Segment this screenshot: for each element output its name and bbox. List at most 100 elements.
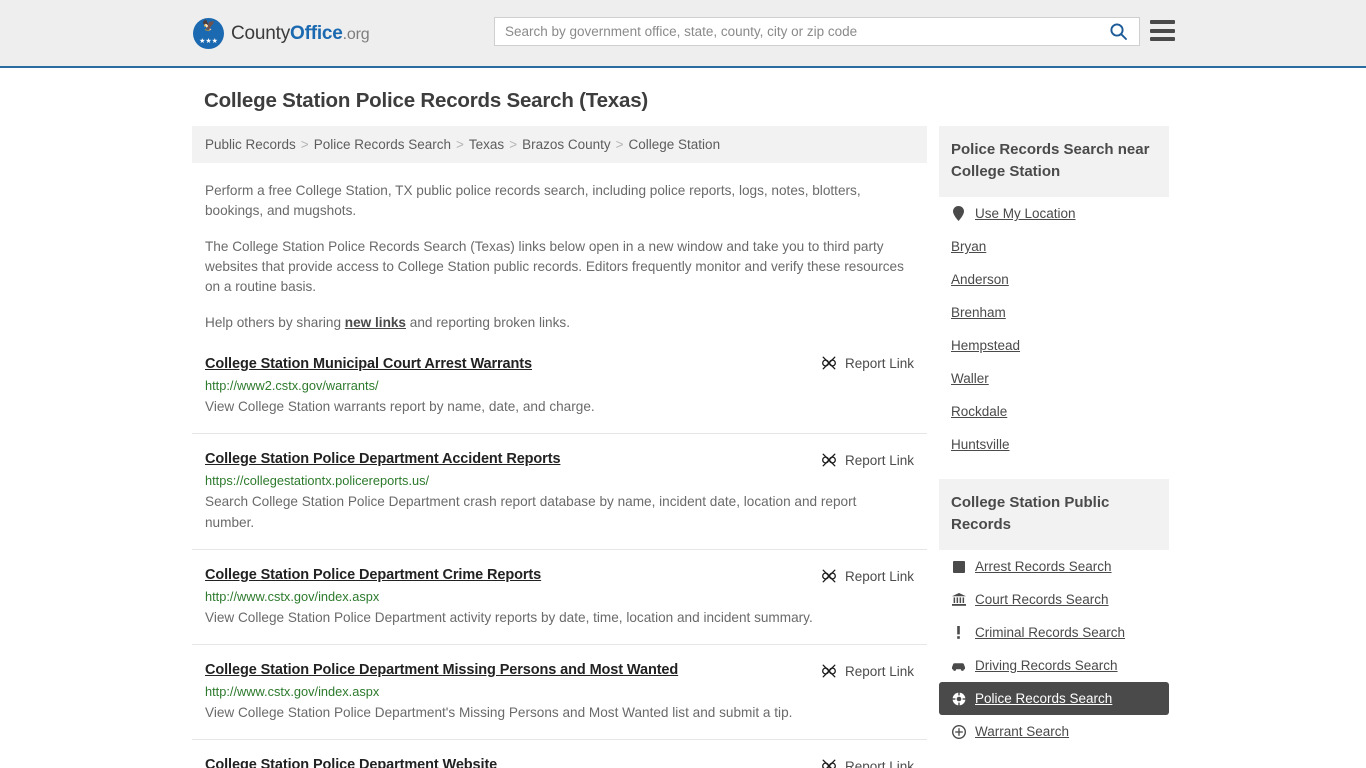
- nearby-city-brenham[interactable]: Brenham: [939, 296, 1169, 329]
- broken-link-icon: [822, 664, 836, 678]
- breadcrumb-item-brazos-county[interactable]: Brazos County: [522, 137, 611, 152]
- broken-link-icon: [822, 356, 836, 370]
- sidebar-link-label: Police Records Search: [975, 691, 1113, 706]
- share-text-before: Help others by sharing: [205, 315, 345, 330]
- nearby-city-waller[interactable]: Waller: [939, 362, 1169, 395]
- sidebar-item-arrest-records[interactable]: Arrest Records Search: [939, 550, 1169, 583]
- breadcrumb-item-police-records-search[interactable]: Police Records Search: [314, 137, 451, 152]
- search-input[interactable]: [495, 18, 1097, 45]
- listing-title-link[interactable]: College Station Police Department Crime …: [205, 567, 541, 583]
- sidebar-item-criminal-records[interactable]: Criminal Records Search: [939, 616, 1169, 649]
- report-link-button[interactable]: Report Link: [821, 758, 914, 768]
- sidebar-item-court-records[interactable]: Court Records Search: [939, 583, 1169, 616]
- listing-title-link[interactable]: College Station Police Department Missin…: [205, 662, 678, 678]
- breadcrumb: Public Records > Police Records Search > Tex…: [192, 126, 927, 163]
- listing-description: View College Station warrants report by …: [205, 399, 595, 414]
- breadcrumb-item-public-records[interactable]: Public Records: [205, 137, 296, 152]
- public-records-heading: College Station Public Records: [939, 479, 1169, 550]
- listing-url: http://www.cstx.gov/index.aspx: [205, 684, 380, 699]
- report-link-button[interactable]: Report Link: [821, 452, 914, 468]
- list-item: Police Records Search: [939, 682, 1169, 715]
- sidebar-link-label: Use My Location: [975, 206, 1076, 221]
- report-link-label: Report Link: [844, 452, 914, 468]
- eagle-shield-icon: 🦅 ★★★: [193, 18, 224, 49]
- car-icon: [951, 661, 966, 671]
- list-item: Bryan: [939, 230, 1169, 263]
- sidebar-item-police-records[interactable]: Police Records Search: [939, 682, 1169, 715]
- main-content: Public Records > Police Records Search > Tex…: [192, 126, 927, 768]
- intro-section: Perform a free College Station, TX publi…: [192, 181, 927, 333]
- logo-text-office: Office: [290, 22, 343, 44]
- nearby-city-anderson[interactable]: Anderson: [939, 263, 1169, 296]
- listing-item: College Station Municipal Court Arrest W…: [192, 355, 927, 434]
- list-item: Court Records Search: [939, 583, 1169, 616]
- broken-link-icon: [822, 453, 836, 467]
- listing-item: College Station Police Department Crime …: [192, 550, 927, 645]
- breadcrumb-item-texas[interactable]: Texas: [469, 137, 504, 152]
- logo-wordmark: CountyOffice.org: [231, 22, 370, 45]
- list-item: Warrant Search: [939, 715, 1169, 748]
- hamburger-bar: [1150, 20, 1175, 24]
- map-pin-icon: [951, 206, 966, 221]
- breadcrumb-separator: >: [300, 137, 309, 152]
- report-link-button[interactable]: Report Link: [821, 568, 914, 584]
- list-item: Use My Location: [939, 197, 1169, 230]
- report-link-label: Report Link: [844, 568, 914, 584]
- breadcrumb-separator: >: [509, 137, 518, 152]
- courthouse-icon: [951, 593, 966, 606]
- nearby-city-huntsville[interactable]: Huntsville: [939, 428, 1169, 461]
- report-link-button[interactable]: Report Link: [821, 663, 914, 679]
- breadcrumb-separator: >: [615, 137, 624, 152]
- nearby-search-card: Police Records Search near College Stati…: [939, 126, 1169, 461]
- hamburger-menu-icon[interactable]: [1150, 20, 1175, 41]
- listing-url: https://collegestationtx.policereports.u…: [205, 473, 430, 488]
- nearby-city-rockdale[interactable]: Rockdale: [939, 395, 1169, 428]
- report-link-label: Report Link: [844, 758, 914, 768]
- sidebar-item-driving-records[interactable]: Driving Records Search: [939, 649, 1169, 682]
- report-link-button[interactable]: Report Link: [821, 355, 914, 371]
- sidebar-link-label: Hempstead: [951, 338, 1021, 353]
- nearby-city-bryan[interactable]: Bryan: [939, 230, 1169, 263]
- logo-text-county: County: [231, 22, 291, 44]
- plus-circle-icon: [951, 724, 966, 739]
- hamburger-bar: [1150, 28, 1175, 33]
- listing-title-link[interactable]: College Station Police Department Websit…: [205, 757, 497, 768]
- sidebar-item-warrant-search[interactable]: Warrant Search: [939, 715, 1169, 748]
- report-link-label: Report Link: [844, 355, 914, 371]
- intro-paragraph-2: The College Station Police Records Searc…: [205, 239, 904, 294]
- list-item: Driving Records Search: [939, 649, 1169, 682]
- site-logo[interactable]: 🦅 ★★★ CountyOffice.org: [193, 18, 370, 49]
- listing-title-link[interactable]: College Station Municipal Court Arrest W…: [205, 356, 532, 372]
- listing-url: http://www.cstx.gov/index.aspx: [205, 589, 380, 604]
- nearby-city-hempstead[interactable]: Hempstead: [939, 329, 1169, 362]
- search-button[interactable]: [1097, 18, 1139, 45]
- list-item: Waller: [939, 362, 1169, 395]
- public-records-list: Arrest Records Search Court Records Sear…: [939, 550, 1169, 748]
- intro-paragraph-3: Help others by sharing new links and rep…: [205, 313, 914, 333]
- report-link-label: Report Link: [844, 663, 914, 679]
- use-my-location-link[interactable]: Use My Location: [939, 197, 1169, 230]
- listing-description: View College Station Police Department's…: [205, 705, 793, 720]
- broken-link-icon: [822, 759, 836, 768]
- exclamation-icon: [951, 626, 966, 639]
- list-item: Hempstead: [939, 329, 1169, 362]
- sidebar-link-label: Waller: [951, 371, 989, 386]
- listing-title-link[interactable]: College Station Police Department Accide…: [205, 451, 561, 467]
- sidebar-link-label: Arrest Records Search: [975, 559, 1112, 574]
- nearby-search-heading: Police Records Search near College Stati…: [939, 126, 1169, 197]
- nearby-city-list: Use My Location Bryan Anderson Brenham H…: [939, 197, 1169, 461]
- sidebar: Police Records Search near College Stati…: [939, 126, 1169, 754]
- list-item: Arrest Records Search: [939, 550, 1169, 583]
- sidebar-link-label: Driving Records Search: [975, 658, 1118, 673]
- broken-link-icon: [822, 569, 836, 583]
- new-links-link[interactable]: new links: [345, 315, 406, 330]
- sidebar-link-label: Court Records Search: [975, 592, 1109, 607]
- listing-description: Search College Station Police Department…: [205, 494, 857, 530]
- sidebar-link-label: Anderson: [951, 272, 1009, 287]
- police-badge-icon: [951, 691, 966, 706]
- listing-item: College Station Police Department Missin…: [192, 645, 927, 740]
- list-item: Criminal Records Search: [939, 616, 1169, 649]
- breadcrumb-item-college-station[interactable]: College Station: [629, 137, 721, 152]
- intro-paragraph-1: Perform a free College Station, TX publi…: [205, 183, 861, 218]
